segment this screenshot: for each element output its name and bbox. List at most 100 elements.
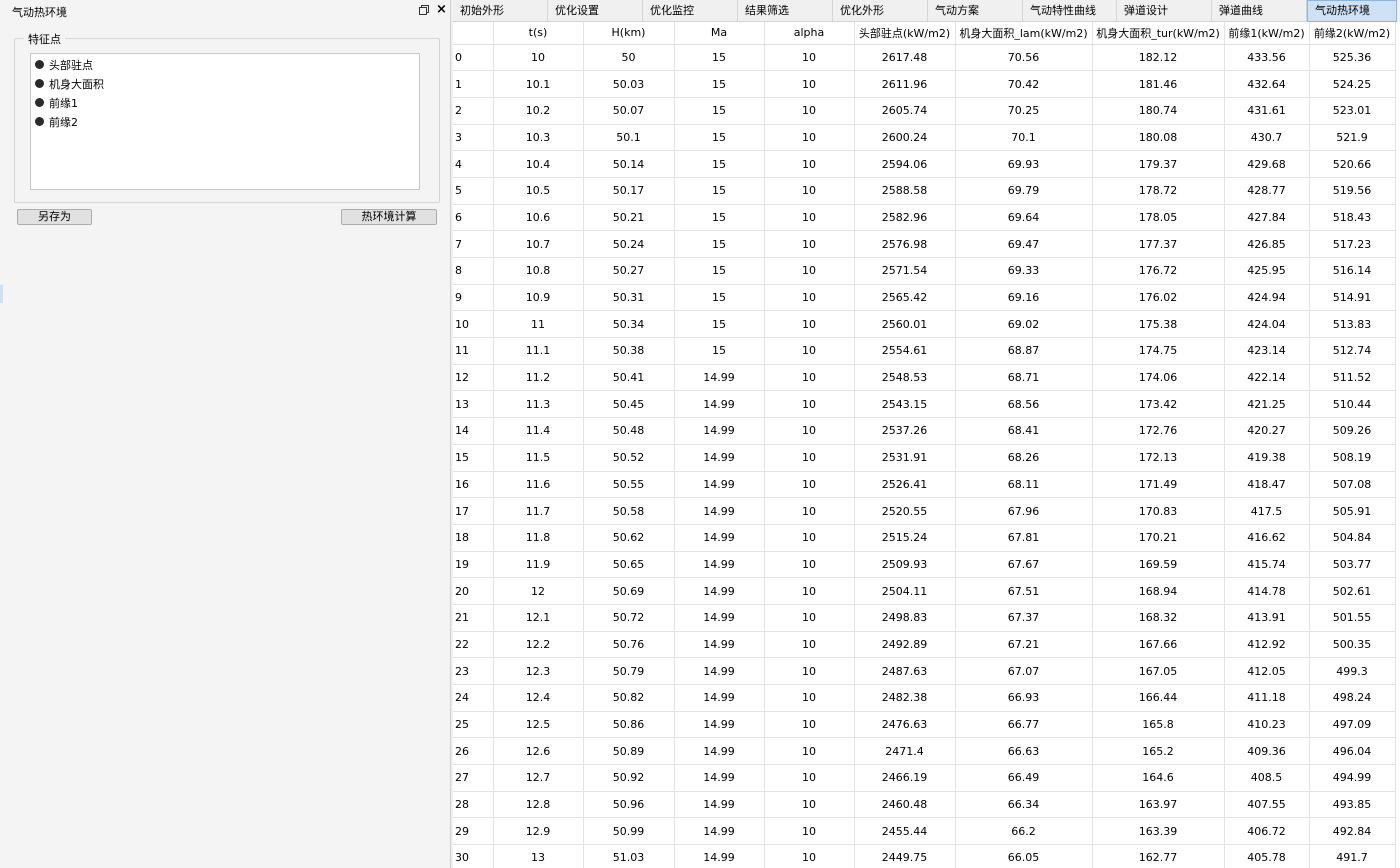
tab-optimization-monitor[interactable]: 优化监控 <box>643 0 738 22</box>
row-header[interactable]: 27 <box>453 764 494 792</box>
column-header[interactable]: H(km) <box>583 22 675 45</box>
table-cell[interactable]: 166.44 <box>1092 684 1225 712</box>
table-cell[interactable]: 11.7 <box>493 497 584 525</box>
table-cell[interactable]: 69.64 <box>955 204 1093 232</box>
table-cell[interactable]: 15 <box>674 257 765 285</box>
table-cell[interactable]: 10.8 <box>493 257 584 285</box>
table-cell[interactable]: 170.21 <box>1092 524 1225 552</box>
table-cell[interactable]: 67.37 <box>955 604 1093 632</box>
table-cell[interactable]: 2492.89 <box>854 631 956 659</box>
table-cell[interactable]: 507.08 <box>1309 471 1396 499</box>
table-cell[interactable]: 2482.38 <box>854 684 956 712</box>
table-cell[interactable]: 427.84 <box>1224 204 1310 232</box>
table-cell[interactable]: 15 <box>674 230 765 258</box>
table-cell[interactable]: 50.86 <box>583 711 675 739</box>
table-cell[interactable]: 179.37 <box>1092 150 1225 178</box>
table-cell[interactable]: 11.2 <box>493 364 584 392</box>
table-cell[interactable]: 516.14 <box>1309 257 1396 285</box>
table-cell[interactable]: 50.55 <box>583 471 675 499</box>
table-cell[interactable]: 10 <box>764 604 855 632</box>
table-cell[interactable]: 2560.01 <box>854 310 956 339</box>
table-row[interactable]: 18 11.8 50.62 14.99 10 2515.24 67.81 170.21 416.… <box>453 524 1396 552</box>
table-cell[interactable]: 11.6 <box>493 471 584 499</box>
table-row[interactable]: 16 11.6 50.55 14.99 10 2526.41 68.11 171.49 418.… <box>453 471 1396 499</box>
table-cell[interactable]: 2509.93 <box>854 551 956 579</box>
table-cell[interactable]: 68.26 <box>955 444 1093 472</box>
table-cell[interactable]: 419.38 <box>1224 444 1310 472</box>
table-row[interactable]: 29 12.9 50.99 14.99 10 2455.44 66.2 163.39 406.7… <box>453 817 1396 846</box>
table-cell[interactable]: 424.94 <box>1224 284 1310 312</box>
table-cell[interactable]: 10 <box>764 577 855 605</box>
table-cell[interactable]: 10 <box>764 230 855 258</box>
table-cell[interactable]: 165.2 <box>1092 737 1225 766</box>
table-cell[interactable]: 430.7 <box>1224 124 1310 152</box>
table-cell[interactable]: 10.3 <box>493 124 584 152</box>
table-cell[interactable]: 10 <box>764 737 855 766</box>
table-cell[interactable]: 11.3 <box>493 390 584 419</box>
table-cell[interactable]: 50.03 <box>583 70 675 98</box>
table-row[interactable]: 11 11.1 50.38 15 10 2554.61 68.87 174.75 423.14 5… <box>453 337 1396 365</box>
table-cell[interactable]: 50 <box>583 44 675 72</box>
table-cell[interactable]: 10.9 <box>493 284 584 312</box>
table-cell[interactable]: 14.99 <box>674 737 765 766</box>
table-cell[interactable]: 2605.74 <box>854 97 956 125</box>
table-row[interactable]: 22 12.2 50.76 14.99 10 2492.89 67.21 167.66 412.… <box>453 631 1396 659</box>
row-header[interactable]: 6 <box>453 204 494 232</box>
row-header[interactable]: 21 <box>453 604 494 632</box>
table-cell[interactable]: 2520.55 <box>854 497 956 525</box>
table-cell[interactable]: 2476.63 <box>854 711 956 739</box>
tab-aero-scheme[interactable]: 气动方案 <box>928 0 1023 22</box>
table-cell[interactable]: 2554.61 <box>854 337 956 365</box>
table-cell[interactable]: 431.61 <box>1224 97 1310 125</box>
table-cell[interactable]: 172.13 <box>1092 444 1225 472</box>
row-header[interactable]: 29 <box>453 817 494 846</box>
table-cell[interactable]: 11.8 <box>493 524 584 552</box>
table-cell[interactable]: 14.99 <box>674 631 765 659</box>
table-cell[interactable]: 10 <box>764 150 855 178</box>
table-cell[interactable]: 432.64 <box>1224 70 1310 98</box>
table-cell[interactable]: 14.99 <box>674 364 765 392</box>
table-cell[interactable]: 50.69 <box>583 577 675 605</box>
table-cell[interactable]: 2600.24 <box>854 124 956 152</box>
list-item[interactable]: 头部驻点 <box>35 55 93 74</box>
row-header[interactable]: 22 <box>453 631 494 659</box>
table-cell[interactable]: 405.78 <box>1224 844 1310 868</box>
table-cell[interactable]: 10 <box>764 657 855 685</box>
table-cell[interactable]: 2460.48 <box>854 791 956 819</box>
table-cell[interactable]: 50.52 <box>583 444 675 472</box>
table-cell[interactable]: 14.99 <box>674 604 765 632</box>
table-row[interactable]: 5 10.5 50.17 15 10 2588.58 69.79 178.72 428.77 51… <box>453 177 1396 205</box>
table-cell[interactable]: 11 <box>493 310 584 339</box>
table-row[interactable]: 25 12.5 50.86 14.99 10 2476.63 66.77 165.8 410.2… <box>453 711 1396 739</box>
table-cell[interactable]: 514.91 <box>1309 284 1396 312</box>
table-cell[interactable]: 168.32 <box>1092 604 1225 632</box>
table-cell[interactable]: 163.39 <box>1092 817 1225 846</box>
table-cell[interactable]: 50.48 <box>583 417 675 445</box>
table-cell[interactable]: 2471.4 <box>854 737 956 766</box>
column-header[interactable]: 机身大面积_tur(kW/m2) <box>1092 22 1225 45</box>
table-cell[interactable]: 10 <box>764 444 855 472</box>
table-cell[interactable]: 66.63 <box>955 737 1093 766</box>
table-cell[interactable]: 418.47 <box>1224 471 1310 499</box>
table-cell[interactable]: 50.1 <box>583 124 675 152</box>
table-cell[interactable]: 50.34 <box>583 310 675 339</box>
table-cell[interactable]: 12.1 <box>493 604 584 632</box>
table-cell[interactable]: 513.83 <box>1309 310 1396 339</box>
table-cell[interactable]: 2571.54 <box>854 257 956 285</box>
table-cell[interactable]: 2617.48 <box>854 44 956 72</box>
table-row[interactable]: 17 11.7 50.58 14.99 10 2520.55 67.96 170.83 417.… <box>453 497 1396 525</box>
table-cell[interactable]: 67.21 <box>955 631 1093 659</box>
table-cell[interactable]: 10 <box>764 390 855 419</box>
row-header[interactable]: 18 <box>453 524 494 552</box>
table-cell[interactable]: 69.47 <box>955 230 1093 258</box>
table-cell[interactable]: 10 <box>764 124 855 152</box>
table-row[interactable]: 12 11.2 50.41 14.99 10 2548.53 68.71 174.06 422.… <box>453 364 1396 392</box>
table-cell[interactable]: 68.41 <box>955 417 1093 445</box>
table-cell[interactable]: 14.99 <box>674 791 765 819</box>
table-cell[interactable]: 66.05 <box>955 844 1093 868</box>
column-header[interactable]: 前缘2(kW/m2) <box>1309 22 1396 45</box>
table-cell[interactable]: 2455.44 <box>854 817 956 846</box>
table-cell[interactable]: 10.4 <box>493 150 584 178</box>
row-header[interactable]: 11 <box>453 337 494 365</box>
table-cell[interactable]: 68.87 <box>955 337 1093 365</box>
